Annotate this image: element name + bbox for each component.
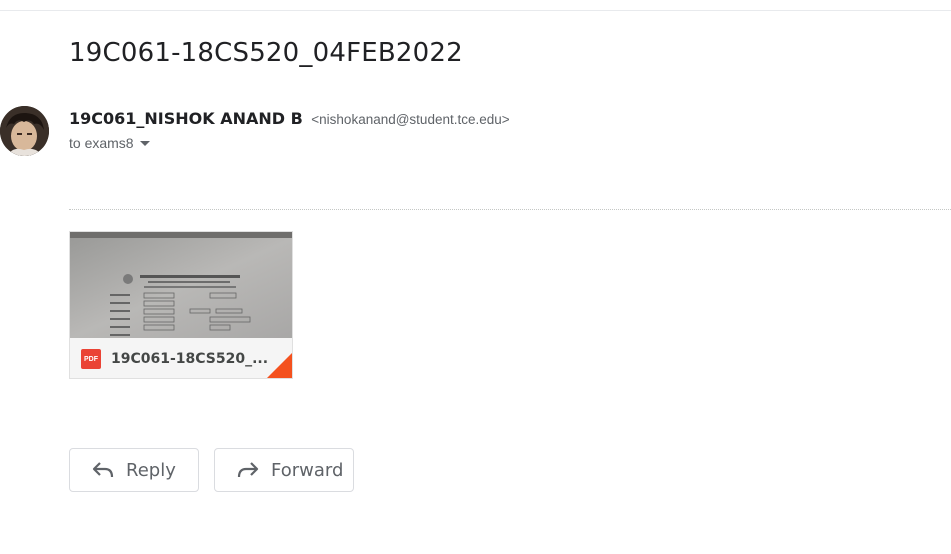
- top-divider: [0, 10, 951, 11]
- attachment-card[interactable]: PDF 19C061-18CS520_...: [69, 231, 293, 379]
- forward-icon: [237, 462, 259, 478]
- recipient-label: to exams8: [69, 135, 134, 151]
- attachment-footer: PDF 19C061-18CS520_...: [70, 338, 292, 378]
- reply-button[interactable]: Reply: [69, 448, 199, 492]
- attachment-name: 19C061-18CS520_...: [111, 351, 269, 367]
- reply-label: Reply: [126, 459, 176, 481]
- forward-label: Forward: [271, 459, 344, 481]
- sender-info: 19C061_NISHOK ANAND B <nishokanand@stude…: [69, 109, 510, 129]
- pdf-icon: PDF: [81, 349, 101, 369]
- chevron-down-icon[interactable]: [139, 140, 150, 146]
- reply-icon: [92, 462, 114, 478]
- sender-avatar[interactable]: [0, 106, 49, 156]
- attachment-divider: [69, 209, 951, 210]
- email-subject: 19C061-18CS520_04FEB2022: [69, 38, 463, 68]
- recipient-line[interactable]: to exams8: [69, 135, 150, 151]
- attachment-thumbnail: [70, 232, 292, 338]
- page-fold-icon: [267, 353, 292, 378]
- avatar-image: [0, 106, 49, 156]
- forward-button[interactable]: Forward: [214, 448, 354, 492]
- sender-name[interactable]: 19C061_NISHOK ANAND B: [69, 109, 303, 128]
- sender-email: <nishokanand@student.tce.edu>: [311, 112, 510, 127]
